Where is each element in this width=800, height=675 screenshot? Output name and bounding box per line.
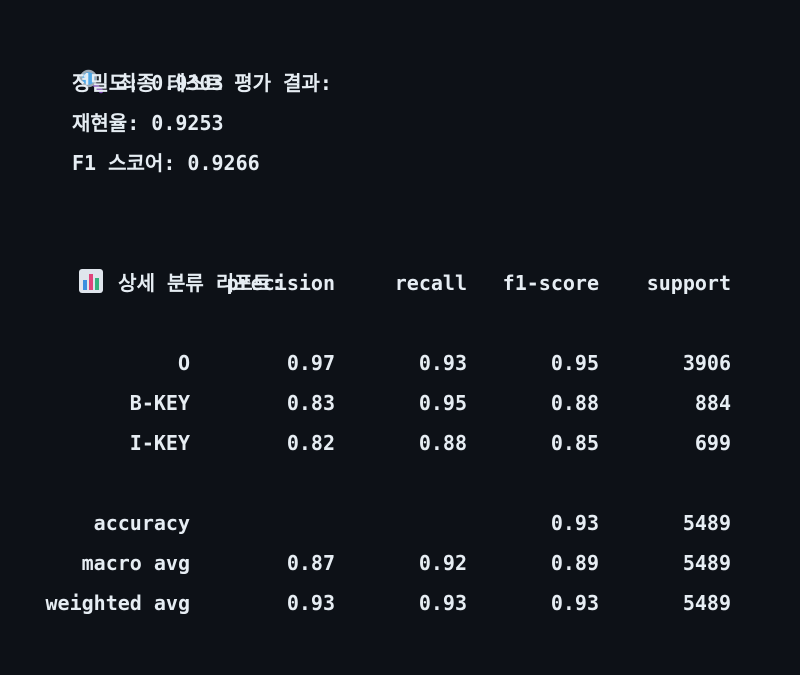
row-f1: 0.89 — [550, 551, 599, 575]
row-precision: 0.82 — [286, 431, 335, 455]
final-eval-heading: 최종 테스트 평가 결과: — [30, 23, 332, 95]
report-heading: 상세 분류 리포트: — [30, 223, 283, 295]
row-precision: 0.97 — [286, 351, 335, 375]
row-f1: 0.93 — [550, 511, 599, 535]
row-f1: 0.88 — [550, 391, 599, 415]
row-f1: 0.95 — [550, 351, 599, 375]
row-precision: 0.83 — [286, 391, 335, 415]
recall-result: 재현율: 0.9253 — [72, 111, 224, 135]
row-precision: 0.87 — [286, 551, 335, 575]
precision-result: 정밀도: 0.9303 — [72, 71, 224, 95]
row-support: 699 — [694, 431, 731, 455]
header-recall: recall — [394, 271, 467, 295]
row-recall: 0.93 — [418, 351, 467, 375]
f1-result: F1 스코어: 0.9266 — [72, 151, 260, 175]
row-label: I-KEY — [129, 431, 190, 455]
row-precision: 0.93 — [286, 591, 335, 615]
row-recall: 0.93 — [418, 591, 467, 615]
row-recall: 0.95 — [418, 391, 467, 415]
row-support: 5489 — [682, 551, 731, 575]
row-f1: 0.93 — [550, 591, 599, 615]
row-label: B-KEY — [129, 391, 190, 415]
row-recall: 0.92 — [418, 551, 467, 575]
header-precision: precision — [226, 271, 335, 295]
row-support: 5489 — [682, 591, 731, 615]
row-label: macro avg — [81, 551, 190, 575]
row-recall — [345, 503, 467, 543]
bar-chart-icon — [79, 269, 104, 293]
row-recall: 0.88 — [418, 431, 467, 455]
row-label: weighted avg — [45, 591, 191, 615]
row-precision — [200, 503, 335, 543]
row-support: 5489 — [682, 511, 731, 535]
row-support: 884 — [694, 391, 731, 415]
row-label: O — [177, 351, 190, 375]
row-f1: 0.85 — [550, 431, 599, 455]
row-support: 3906 — [682, 351, 731, 375]
header-support: support — [646, 271, 731, 295]
terminal-output: 최종 테스트 평가 결과: 정밀도: 0.9303 재현율: 0.9253 F1… — [0, 0, 800, 675]
row-label: accuracy — [93, 511, 190, 535]
header-f1-score: f1-score — [502, 271, 599, 295]
